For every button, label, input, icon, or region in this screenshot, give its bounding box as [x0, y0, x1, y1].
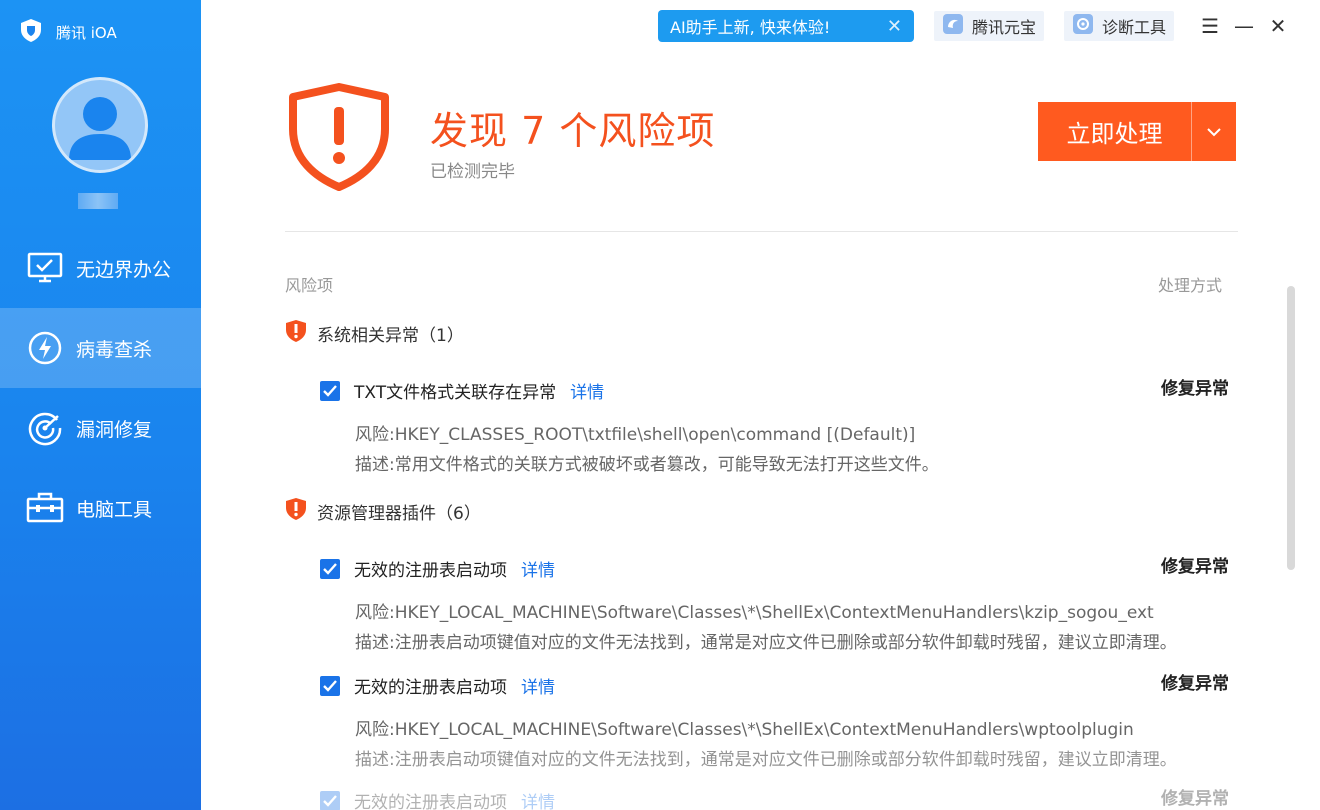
item-description: 描述:注册表启动项键值对应的文件无法找到，通常是对应文件已删除或部分软件卸载时残…: [355, 750, 1177, 770]
app-brand: 腾讯 iOA: [18, 18, 117, 46]
group-label: 资源管理器插件（6）: [317, 504, 481, 524]
ai-banner-text: AI助手上新, 快来体验!: [670, 18, 831, 37]
warning-shield-icon: [285, 319, 307, 348]
detail-link[interactable]: 详情: [521, 788, 555, 810]
sidebar-item-label: 病毒查杀: [76, 338, 153, 361]
app-name: 腾讯 iOA: [56, 23, 117, 42]
item-title: 无效的注册表启动项: [354, 793, 507, 810]
item-checkbox[interactable]: [320, 380, 340, 401]
item-description: 描述:注册表启动项键值对应的文件无法找到，通常是对应文件已删除或部分软件卸载时残…: [355, 633, 1177, 653]
repair-action[interactable]: 修复异常: [1161, 784, 1229, 809]
item-checkbox[interactable]: [320, 675, 340, 696]
header-divider: [285, 231, 1238, 232]
detail-link[interactable]: 详情: [521, 673, 555, 698]
risk-group-explorer-plugins: 资源管理器插件（6）: [285, 497, 481, 526]
item-risk-path: 风险:HKEY_LOCAL_MACHINE\Software\Classes\*…: [355, 720, 1134, 740]
avatar[interactable]: [52, 77, 148, 173]
sidebar-nav: 无边界办公 病毒查杀 漏洞修复 电脑工具: [0, 228, 201, 548]
target-icon: [26, 409, 64, 447]
item-description: 描述:常用文件格式的关联方式被破坏或者篡改，可能导致无法打开这些文件。: [355, 455, 939, 475]
minimize-icon[interactable]: —: [1230, 14, 1258, 38]
sidebar-item-pc-tools[interactable]: 电脑工具: [0, 468, 201, 548]
yuanbao-label: 腾讯元宝: [972, 18, 1037, 37]
menu-icon[interactable]: ☰: [1196, 14, 1224, 38]
sidebar-item-vuln-fix[interactable]: 漏洞修复: [0, 388, 201, 468]
repair-action[interactable]: 修复异常: [1161, 669, 1229, 694]
sidebar: 腾讯 iOA 无边界办公 病毒查杀 漏洞修复 电脑工具: [0, 0, 201, 810]
detail-link[interactable]: 详情: [570, 378, 604, 403]
lightning-shield-icon: [26, 329, 64, 367]
column-header-risk: 风险项: [285, 276, 334, 295]
detail-link[interactable]: 详情: [521, 556, 555, 581]
risk-list: 系统相关异常（1） TXT文件格式关联存在异常 详情 修复异常 风险:HKEY_…: [285, 300, 1270, 810]
username-blurred: [78, 193, 118, 209]
scan-status: 已检测完毕: [430, 162, 515, 182]
item-risk-path: 风险:HKEY_LOCAL_MACHINE\Software\Classes\*…: [355, 603, 1154, 623]
repair-action[interactable]: 修复异常: [1161, 552, 1229, 577]
diagnose-label: 诊断工具: [1102, 18, 1167, 37]
item-checkbox[interactable]: [320, 790, 340, 810]
yuanbao-icon: [942, 13, 964, 39]
item-title: 无效的注册表启动项: [354, 561, 507, 581]
diagnose-tool-button[interactable]: 诊断工具: [1064, 11, 1175, 41]
group-label: 系统相关异常（1）: [317, 326, 464, 346]
toolbox-icon: [26, 489, 64, 527]
monitor-icon: [26, 249, 64, 287]
list-scrollbar[interactable]: [1287, 286, 1295, 570]
handle-now-label: 立即处理: [1066, 120, 1163, 148]
chevron-down-icon[interactable]: [1192, 127, 1236, 137]
scan-result-title: 发现 7 个风险项: [430, 109, 716, 153]
warning-shield-icon: [285, 497, 307, 526]
item-title: TXT文件格式关联存在异常: [354, 383, 557, 403]
item-title: 无效的注册表启动项: [354, 678, 507, 698]
window-close-icon[interactable]: ✕: [1264, 14, 1292, 38]
ioa-logo-icon: [18, 17, 44, 47]
sidebar-item-label: 电脑工具: [76, 498, 153, 521]
sidebar-item-label: 无边界办公: [76, 258, 172, 281]
risk-shield-icon: [287, 83, 391, 195]
sidebar-item-label: 漏洞修复: [76, 418, 153, 441]
risk-group-system: 系统相关异常（1）: [285, 319, 464, 348]
sidebar-item-borderless-office[interactable]: 无边界办公: [0, 228, 201, 308]
ai-assistant-banner[interactable]: AI助手上新, 快来体验! ✕: [658, 10, 914, 42]
handle-now-button[interactable]: 立即处理: [1038, 102, 1236, 161]
close-icon[interactable]: ✕: [887, 16, 902, 37]
yuanbao-button[interactable]: 腾讯元宝: [934, 11, 1045, 41]
column-header-action: 处理方式: [1158, 276, 1223, 295]
item-checkbox[interactable]: [320, 558, 340, 579]
repair-action[interactable]: 修复异常: [1161, 374, 1229, 399]
sidebar-item-virus-scan[interactable]: 病毒查杀: [0, 308, 201, 388]
top-bar: AI助手上新, 快来体验! ✕ 腾讯元宝 诊断工具 ☰ — ✕: [658, 10, 1292, 42]
diagnose-icon: [1072, 13, 1094, 39]
item-risk-path: 风险:HKEY_CLASSES_ROOT\txtfile\shell\open\…: [355, 425, 916, 445]
